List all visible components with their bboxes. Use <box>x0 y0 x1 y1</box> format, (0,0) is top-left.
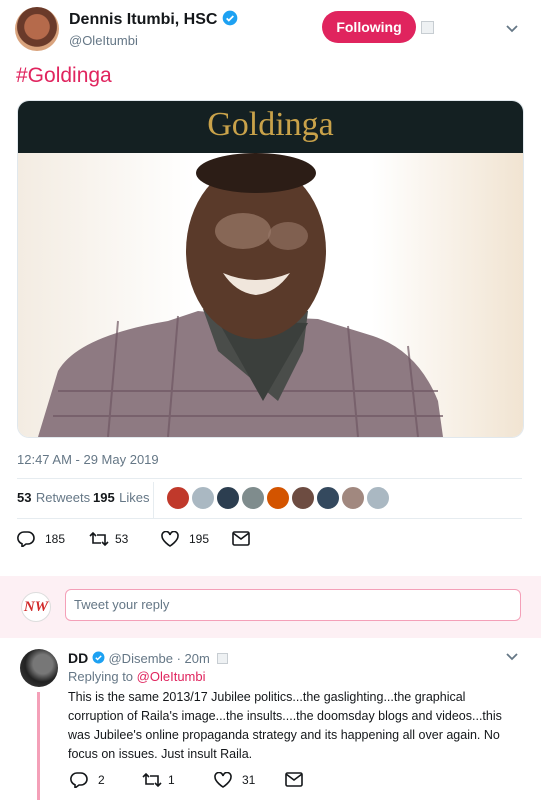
chevron-down-icon[interactable] <box>505 24 519 34</box>
retweet-icon <box>142 772 162 788</box>
image-placeholder-icon <box>217 653 229 664</box>
liker-avatar[interactable] <box>241 486 265 510</box>
reply-author-handle[interactable]: @Disembe <box>108 651 173 666</box>
composer-avatar: NW <box>21 592 51 622</box>
liker-avatar[interactable] <box>291 486 315 510</box>
message-icon[interactable] <box>285 772 303 787</box>
liker-avatar[interactable] <box>266 486 290 510</box>
reply-header: DD @Disembe · 20m <box>68 650 229 666</box>
likes-count: 195 <box>93 490 115 505</box>
reply-action[interactable]: 2 <box>70 772 105 788</box>
retweet-action[interactable]: 1 <box>142 772 175 788</box>
reply-text: This is the same 2013/17 Jubilee politic… <box>68 690 502 761</box>
likes-label: Likes <box>119 490 150 505</box>
like-count: 195 <box>189 532 210 546</box>
verified-icon <box>92 651 105 664</box>
likers-avatars[interactable] <box>166 486 396 510</box>
reply-time[interactable]: · 20m <box>177 651 210 666</box>
reply-count: 185 <box>45 532 66 546</box>
reply-input[interactable]: Tweet your reply <box>65 589 521 621</box>
image-placeholder-icon <box>421 21 434 34</box>
replying-to: Replying to @OleItumbi <box>68 669 206 684</box>
reply-icon <box>17 531 35 547</box>
retweets-label: Retweets <box>35 490 91 505</box>
message-icon[interactable] <box>232 531 250 546</box>
retweet-action[interactable]: 53 <box>89 531 128 547</box>
liker-avatar[interactable] <box>316 486 340 510</box>
verified-icon <box>222 10 238 26</box>
replying-to-link[interactable]: @OleItumbi <box>137 669 206 684</box>
liker-avatar[interactable] <box>191 486 215 510</box>
tweet-timestamp[interactable]: 12:47 AM - 29 May 2019 <box>17 452 159 467</box>
reply-action[interactable]: 185 <box>17 531 65 547</box>
retweets-count: 53 <box>17 490 32 505</box>
author-name[interactable]: Dennis Itumbi, HSC <box>69 10 238 29</box>
following-button[interactable]: Following <box>322 11 416 43</box>
reply-author-avatar[interactable] <box>20 649 58 687</box>
likes-stat[interactable]: 195 Likes <box>93 489 150 507</box>
retweets-stat[interactable]: 53 Retweets <box>17 489 90 507</box>
thread-line <box>37 692 40 800</box>
hashtag-link[interactable]: #Goldinga <box>16 64 112 88</box>
heart-icon <box>161 531 179 547</box>
retweet-icon <box>89 531 109 547</box>
composer-avatar-text: NW <box>23 599 49 615</box>
reply-icon <box>70 772 88 788</box>
like-count: 31 <box>242 773 256 787</box>
like-action[interactable]: 195 <box>161 531 209 547</box>
divider <box>17 478 522 479</box>
chevron-down-icon[interactable] <box>505 652 519 662</box>
liker-avatar[interactable] <box>366 486 390 510</box>
liker-avatar[interactable] <box>166 486 190 510</box>
author-avatar[interactable] <box>15 7 59 51</box>
retweet-count: 53 <box>115 532 129 546</box>
heart-icon <box>214 772 232 788</box>
stat-separator <box>153 482 154 518</box>
author-handle[interactable]: @OleItumbi <box>69 33 138 48</box>
liker-avatar[interactable] <box>216 486 240 510</box>
like-action[interactable]: 31 <box>214 772 255 788</box>
portrait-illustration <box>38 153 443 437</box>
liker-avatar[interactable] <box>341 486 365 510</box>
divider <box>17 518 522 519</box>
reply-count: 2 <box>98 773 105 787</box>
tweet-image[interactable]: Goldinga <box>17 100 524 438</box>
replying-prefix: Replying to <box>68 669 134 684</box>
reply-author-name[interactable]: DD <box>68 650 88 666</box>
retweet-count: 1 <box>168 773 175 787</box>
